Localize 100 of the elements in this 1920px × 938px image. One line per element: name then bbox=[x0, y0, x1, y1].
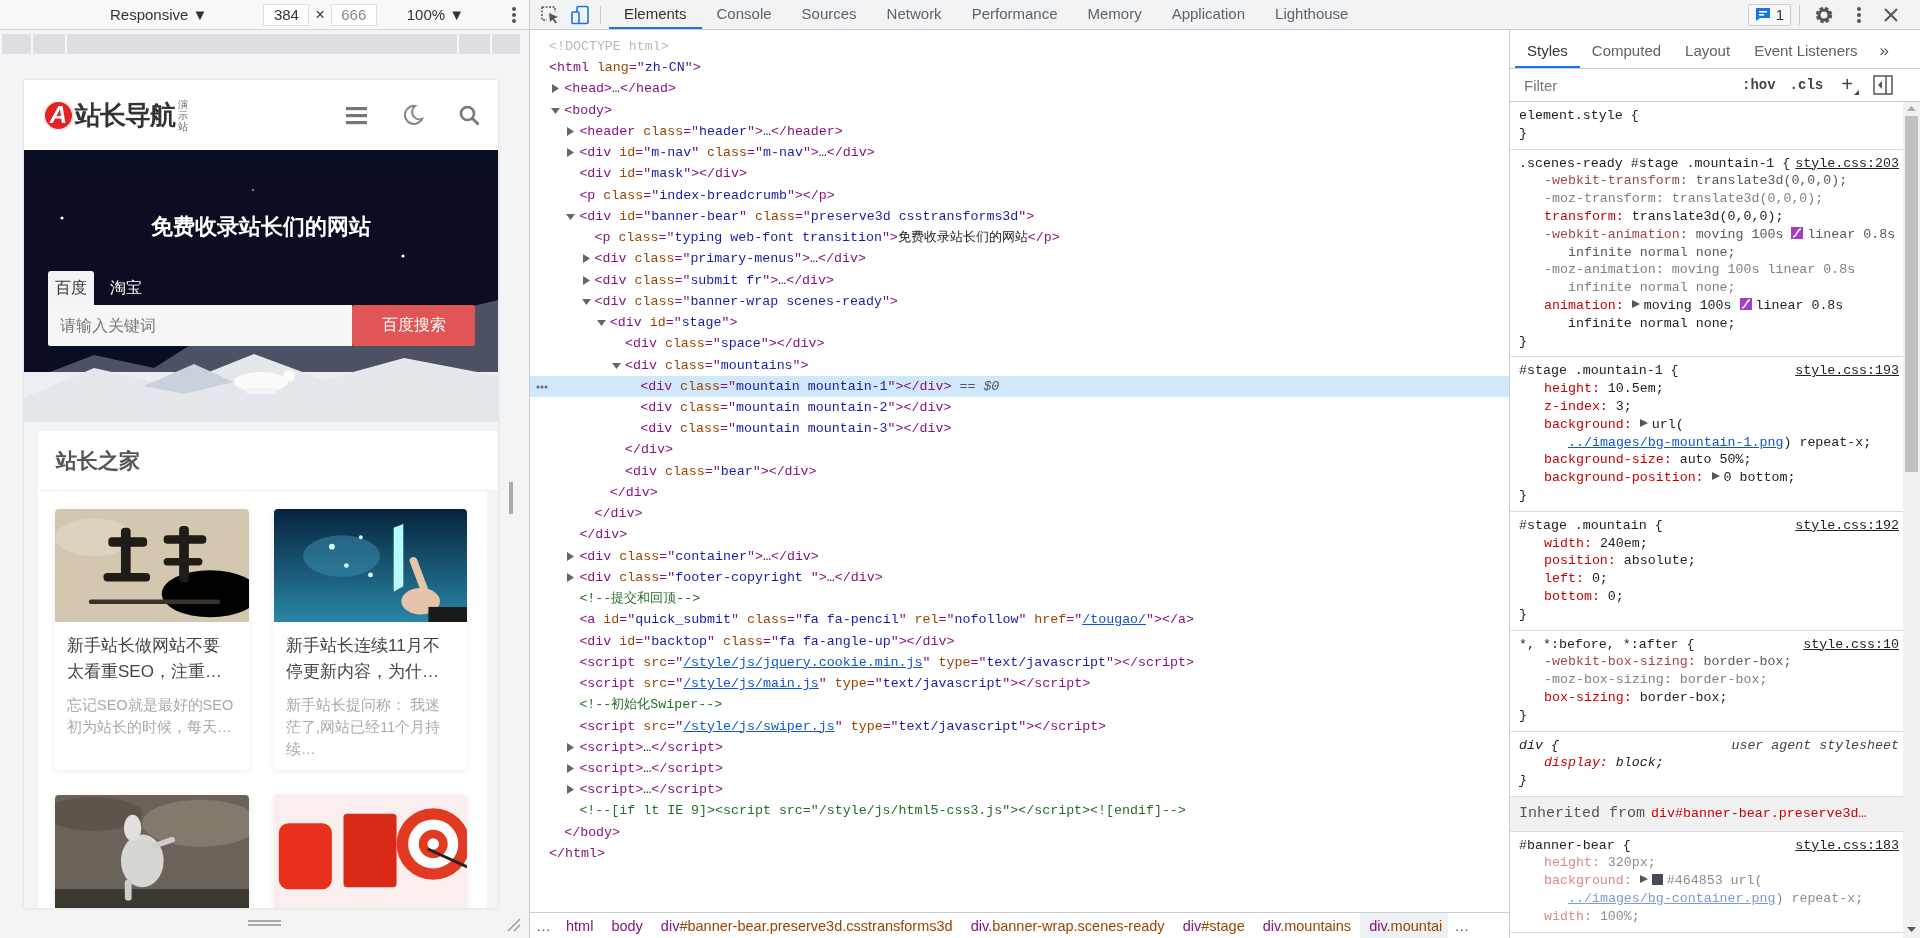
expand-icon[interactable] bbox=[566, 572, 576, 582]
breadcrumb-item[interactable]: div.banner-wrap.scenes-ready bbox=[961, 913, 1174, 938]
panel-tab[interactable]: Elements bbox=[609, 0, 702, 29]
panel-tab[interactable]: Application bbox=[1156, 0, 1261, 29]
expand-icon[interactable] bbox=[581, 275, 591, 285]
sidebar-tab[interactable]: Layout bbox=[1673, 34, 1743, 68]
tree-row[interactable]: <!--初始化Swiper--> bbox=[530, 694, 1509, 716]
panel-tab[interactable]: Lighthouse bbox=[1260, 0, 1364, 29]
tree-row[interactable]: <!--[if lt IE 9]><script src="/style/js/html5-css3.js"></script><![endif]--> bbox=[530, 800, 1509, 822]
tree-row[interactable]: <p class="typing web-font transition">免费收录站长们的网站</p> bbox=[530, 227, 1509, 249]
tree-row[interactable]: <head>…</head> bbox=[530, 78, 1509, 100]
scrollbar[interactable] bbox=[1903, 102, 1920, 938]
tree-row[interactable]: <div class="mountain mountain-3"></div> bbox=[530, 418, 1509, 440]
source-link[interactable]: style.css:183 bbox=[1795, 836, 1899, 855]
scrollbar-thumb[interactable] bbox=[1905, 116, 1918, 472]
tree-row[interactable]: <div class="mountains"> bbox=[530, 354, 1509, 376]
tree-row[interactable]: </div> bbox=[530, 503, 1509, 525]
width-field[interactable]: 384 bbox=[263, 3, 310, 26]
article-card[interactable]: 新手站长做网站不要太看重SEO，注重… 忘记SEO就是最好的SEO初为站长的时候，每天… bbox=[55, 509, 249, 771]
resize-handle[interactable] bbox=[509, 482, 513, 514]
scroll-down-icon[interactable] bbox=[1907, 927, 1916, 932]
panel-tab[interactable]: Sources bbox=[786, 0, 872, 29]
breadcrumb-item[interactable]: div#banner-bear.preserve3d.csstransforms3d bbox=[651, 913, 962, 938]
new-rule-button[interactable]: + bbox=[1841, 73, 1860, 97]
source-link[interactable]: style.css:203 bbox=[1795, 154, 1899, 173]
more-icon[interactable] bbox=[536, 384, 548, 389]
site-logo-text[interactable]: 站长导航 bbox=[75, 97, 175, 133]
breadcrumb-item[interactable]: div.mountains bbox=[1253, 913, 1361, 938]
tree-row[interactable]: <script src="/style/js/jquery.cookie.min.js" type="text/javascript"></script> bbox=[530, 651, 1509, 674]
moon-icon[interactable] bbox=[402, 104, 424, 126]
tree-row[interactable]: <div class="footer-copyright ">…</div> bbox=[530, 566, 1509, 589]
more-icon[interactable] bbox=[1856, 5, 1862, 24]
inspect-icon[interactable] bbox=[540, 4, 560, 25]
expand-icon[interactable] bbox=[551, 84, 561, 94]
collapse-icon[interactable] bbox=[581, 296, 591, 306]
url-link[interactable]: ../images/bg-mountain-1.png bbox=[1568, 434, 1784, 450]
expand-icon[interactable] bbox=[566, 551, 576, 561]
resize-corner-icon[interactable] bbox=[507, 918, 521, 932]
breadcrumb-item[interactable]: div.mountai bbox=[1360, 913, 1449, 938]
tree-row[interactable]: <!--提交和回顶--> bbox=[530, 588, 1509, 610]
device-toolbar-icon[interactable] bbox=[570, 4, 590, 25]
height-field[interactable]: 666 bbox=[330, 3, 377, 26]
tree-row[interactable]: <script>…</script> bbox=[530, 779, 1509, 801]
panel-tab[interactable]: Performance bbox=[956, 0, 1073, 29]
sidebar-tab[interactable]: Computed bbox=[1579, 34, 1674, 68]
tree-row[interactable]: <p class="index-breadcrumb"></p> bbox=[530, 184, 1509, 206]
breadcrumb-item[interactable]: body bbox=[602, 913, 652, 938]
tree-row[interactable]: <div class="space"></div> bbox=[530, 333, 1509, 355]
panel-tab[interactable]: Console bbox=[701, 0, 787, 29]
more-tabs-button[interactable]: » bbox=[1869, 34, 1899, 68]
article-title[interactable]: 新手站长做网站不要太看重SEO，注重… bbox=[55, 622, 249, 685]
expand-icon[interactable] bbox=[566, 763, 576, 773]
source-link[interactable]: style.css:193 bbox=[1795, 362, 1899, 381]
tree-row[interactable]: <script>…</script> bbox=[530, 757, 1509, 780]
search-button[interactable]: 百度搜索 bbox=[352, 305, 475, 346]
tree-row[interactable]: <div id="banner-bear" class="preserve3d csstransforms3d"> bbox=[530, 205, 1509, 228]
logo-mark[interactable]: A bbox=[44, 100, 73, 130]
tree-row[interactable]: <div class="bear"></div> bbox=[530, 460, 1509, 482]
panel-tab[interactable]: Network bbox=[871, 0, 957, 29]
collapse-icon[interactable] bbox=[612, 360, 621, 370]
expand-icon[interactable] bbox=[1631, 298, 1640, 309]
tree-row[interactable]: <div class="primary-menus">…</div> bbox=[530, 248, 1509, 270]
sidebar-tab[interactable]: Event Listeners bbox=[1742, 34, 1870, 68]
tree-row[interactable]: <script src="/style/js/main.js" type="text/javascript"></script> bbox=[530, 673, 1509, 695]
breadcrumb-item[interactable]: div#stage bbox=[1173, 913, 1254, 938]
expand-icon[interactable] bbox=[566, 148, 576, 158]
tree-row[interactable]: <a id="quick_submit" class="fa fa-pencil" rel="nofollow" href="/tougao/"></a> bbox=[530, 609, 1509, 631]
more-icon[interactable] bbox=[511, 5, 517, 24]
tree-row[interactable]: </div> bbox=[530, 481, 1509, 504]
tree-row[interactable]: <script>…</script> bbox=[530, 736, 1509, 758]
collapse-icon[interactable] bbox=[596, 318, 606, 328]
tree-row[interactable]: <div class="submit fr">…</div> bbox=[530, 269, 1509, 291]
article-card[interactable]: 新手站长连续11月不停更新内容，为什… 新手站长提问称： 我迷茫了,网站已经11个月持续… bbox=[274, 509, 467, 771]
tree-row[interactable]: <html lang="zh-CN"> bbox=[530, 57, 1509, 79]
tree-row[interactable]: </div> bbox=[530, 439, 1509, 461]
search-field[interactable]: 请输入关键词 bbox=[48, 305, 352, 346]
tree-row[interactable]: <div class="container">…</div> bbox=[530, 545, 1509, 567]
tree-row[interactable]: <script src="/style/js/swiper.js" type="text/javascript"></script> bbox=[530, 715, 1509, 737]
device-dropdown[interactable]: Responsive ▼ bbox=[110, 6, 208, 23]
expand-icon[interactable] bbox=[566, 785, 576, 795]
article-title[interactable]: 新手站长连续11月不停更新内容，为什… bbox=[274, 622, 467, 685]
sidebar-toggle-icon[interactable] bbox=[1873, 75, 1894, 95]
sidebar-tab[interactable]: Styles bbox=[1515, 34, 1580, 68]
tree-row[interactable]: </body> bbox=[530, 821, 1509, 843]
tree-row[interactable]: <div id="mask"></div> bbox=[530, 163, 1509, 185]
hov-button[interactable]: :hov bbox=[1742, 77, 1776, 93]
settings-icon[interactable] bbox=[1814, 4, 1834, 25]
tree-row[interactable]: <div id="m-nav" class="m-nav">…</div> bbox=[530, 142, 1509, 164]
inherited-node-link[interactable]: div#banner-bear.preserve3d… bbox=[1651, 805, 1867, 821]
resize-handle[interactable] bbox=[248, 920, 281, 926]
source-link[interactable]: style.css:192 bbox=[1795, 516, 1899, 535]
cls-button[interactable]: .cls bbox=[1789, 77, 1824, 93]
search-icon[interactable] bbox=[459, 104, 480, 126]
tree-row[interactable]: <header class="header">…</header> bbox=[530, 120, 1509, 143]
tree-row[interactable]: </html> bbox=[530, 842, 1509, 865]
tree-row[interactable]: </div> bbox=[530, 524, 1509, 546]
easing-curve-icon[interactable] bbox=[1739, 297, 1752, 310]
tree-row[interactable]: <div class="mountain mountain-1"></div> == $0 bbox=[530, 375, 1509, 397]
close-icon[interactable] bbox=[1884, 7, 1898, 22]
tree-row[interactable]: <body> bbox=[530, 99, 1509, 121]
